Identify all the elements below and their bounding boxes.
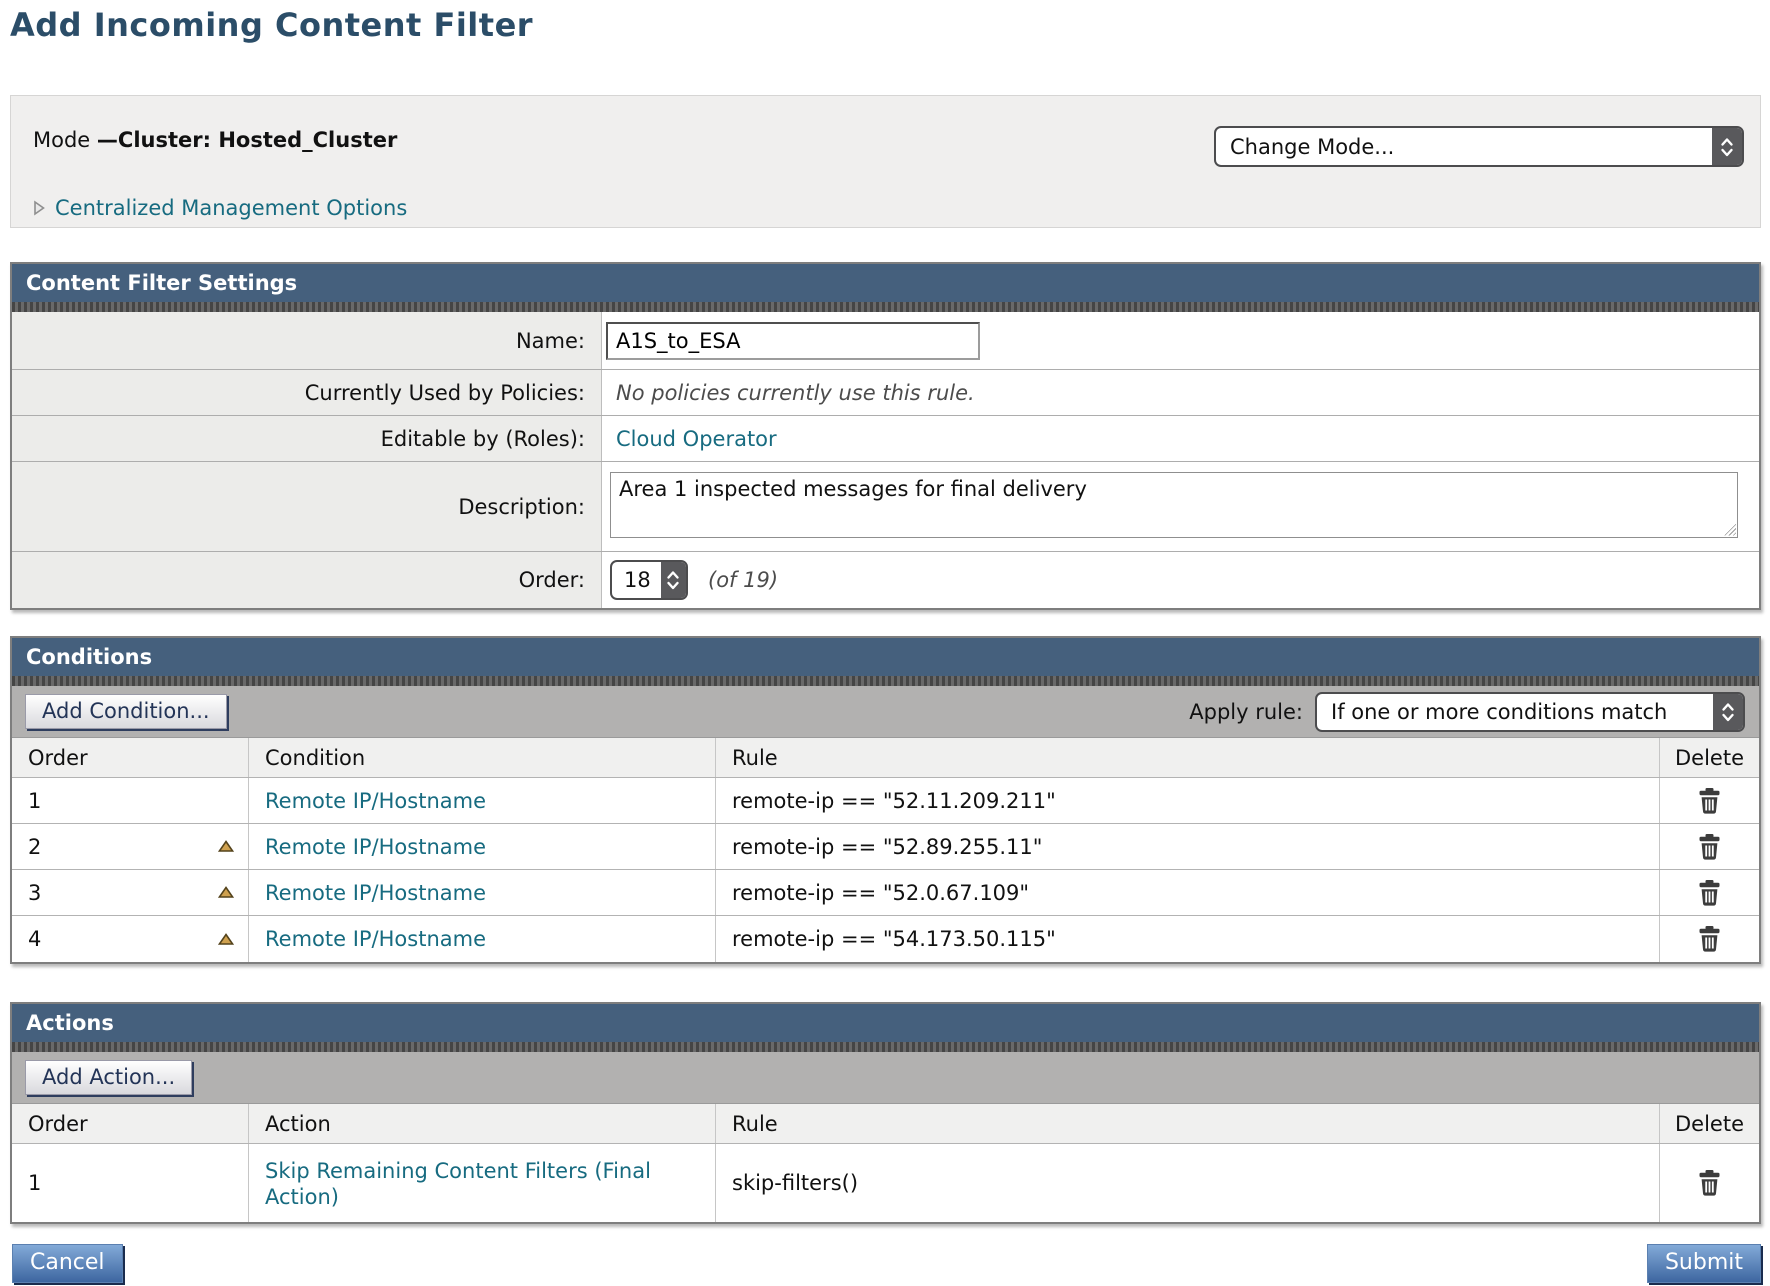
condition-link[interactable]: Remote IP/Hostname	[265, 881, 486, 905]
settings-header-strip	[12, 302, 1759, 312]
delete-condition-button[interactable]	[1697, 834, 1722, 860]
change-mode-selected-value: Change Mode...	[1216, 128, 1712, 165]
delete-condition-button[interactable]	[1697, 788, 1722, 814]
condition-table-row: 4 Remote IP/Hostname remote-ip == "54.17…	[12, 916, 1759, 962]
policies-row: Currently Used by Policies: No policies …	[12, 370, 1759, 416]
action-order: 1	[28, 1171, 41, 1195]
editable-roles-row: Editable by (Roles): Cloud Operator	[12, 416, 1759, 462]
condition-rule: remote-ip == "52.0.67.109"	[732, 881, 1029, 905]
name-row: Name:	[12, 312, 1759, 370]
move-up-button[interactable]	[218, 933, 234, 946]
submit-button[interactable]: Submit	[1647, 1244, 1761, 1283]
condition-order: 2	[28, 835, 41, 859]
mode-label: Mode	[33, 128, 97, 152]
add-condition-button[interactable]: Add Condition...	[25, 694, 227, 729]
select-stepper-icon	[1712, 128, 1742, 165]
rule-column-header: Rule	[716, 738, 1660, 777]
conditions-table-header: Order Condition Rule Delete	[12, 738, 1759, 778]
order-total-note: (of 19)	[708, 568, 778, 592]
description-label: Description:	[12, 462, 602, 551]
policies-label: Currently Used by Policies:	[12, 370, 602, 415]
apply-rule-selected-value: If one or more conditions match	[1317, 694, 1713, 730]
trash-icon	[1697, 880, 1722, 906]
select-stepper-icon	[661, 562, 686, 598]
condition-rule: remote-ip == "52.89.255.11"	[732, 835, 1042, 859]
action-table-row: 1 Skip Remaining Content Filters (Final …	[12, 1144, 1759, 1222]
description-row: Description: Area 1 inspected messages f…	[12, 462, 1759, 552]
trash-icon	[1697, 926, 1722, 952]
change-mode-select[interactable]: Change Mode...	[1214, 126, 1744, 167]
apply-rule-group: Apply rule: If one or more conditions ma…	[1189, 692, 1745, 732]
action-rule: skip-filters()	[732, 1171, 858, 1195]
condition-link[interactable]: Remote IP/Hostname	[265, 927, 486, 951]
condition-link[interactable]: Remote IP/Hostname	[265, 835, 486, 859]
condition-table-row: 1 Remote IP/Hostname remote-ip == "52.11…	[12, 778, 1759, 824]
order-column-header: Order	[12, 738, 249, 777]
page-title: Add Incoming Content Filter	[10, 6, 533, 44]
conditions-section: Conditions Add Condition... Apply rule: …	[10, 636, 1761, 964]
actions-toolbar: Add Action...	[12, 1052, 1759, 1104]
centralized-management-row: Centralized Management Options	[33, 196, 407, 220]
condition-order: 1	[28, 789, 41, 813]
mode-panel: Mode —Cluster: Hosted_Cluster Change Mod…	[10, 95, 1761, 228]
action-column-header: Action	[249, 1104, 716, 1143]
condition-table-row: 2 Remote IP/Hostname remote-ip == "52.89…	[12, 824, 1759, 870]
delete-column-header: Delete	[1660, 1104, 1759, 1143]
order-label: Order:	[12, 552, 602, 608]
content-filter-settings-section: Content Filter Settings Name: Currently …	[10, 262, 1761, 610]
mode-line: Mode —Cluster: Hosted_Cluster	[33, 128, 397, 152]
actions-header-strip	[12, 1042, 1759, 1052]
apply-rule-label: Apply rule:	[1189, 700, 1303, 724]
condition-order: 4	[28, 927, 41, 951]
order-selected-value: 18	[612, 562, 661, 598]
settings-section-header: Content Filter Settings	[12, 264, 1759, 302]
name-label: Name:	[12, 312, 602, 369]
condition-column-header: Condition	[249, 738, 716, 777]
add-action-button[interactable]: Add Action...	[25, 1060, 192, 1095]
condition-order: 3	[28, 881, 41, 905]
move-up-icon	[218, 886, 234, 899]
condition-link[interactable]: Remote IP/Hostname	[265, 789, 486, 813]
move-up-icon	[218, 933, 234, 946]
conditions-section-header: Conditions	[12, 638, 1759, 676]
delete-condition-button[interactable]	[1697, 880, 1722, 906]
cancel-button[interactable]: Cancel	[12, 1244, 123, 1283]
trash-icon	[1697, 1170, 1722, 1196]
delete-column-header: Delete	[1660, 738, 1759, 777]
rule-column-header: Rule	[716, 1104, 1660, 1143]
condition-rule: remote-ip == "52.11.209.211"	[732, 789, 1056, 813]
move-up-button[interactable]	[218, 886, 234, 899]
delete-action-button[interactable]	[1697, 1170, 1722, 1196]
condition-rule: remote-ip == "54.173.50.115"	[732, 927, 1056, 951]
mode-value: —Cluster: Hosted_Cluster	[97, 128, 397, 152]
select-stepper-icon	[1713, 694, 1743, 730]
actions-table-header: Order Action Rule Delete	[12, 1104, 1759, 1144]
conditions-toolbar: Add Condition... Apply rule: If one or m…	[12, 686, 1759, 738]
action-link[interactable]: Skip Remaining Content Filters (Final Ac…	[265, 1158, 715, 1211]
add-incoming-content-filter-page: Add Incoming Content Filter Mode —Cluste…	[0, 0, 1770, 1286]
actions-section: Actions Add Action... Order Action Rule …	[10, 1002, 1761, 1224]
move-up-button[interactable]	[218, 840, 234, 853]
description-textarea[interactable]: Area 1 inspected messages for final deli…	[610, 472, 1738, 538]
actions-section-header: Actions	[12, 1004, 1759, 1042]
trash-icon	[1697, 788, 1722, 814]
cloud-operator-link[interactable]: Cloud Operator	[606, 427, 777, 451]
disclosure-triangle-icon	[33, 200, 45, 216]
condition-table-row: 3 Remote IP/Hostname remote-ip == "52.0.…	[12, 870, 1759, 916]
trash-icon	[1697, 834, 1722, 860]
delete-condition-button[interactable]	[1697, 926, 1722, 952]
conditions-header-strip	[12, 676, 1759, 686]
editable-roles-label: Editable by (Roles):	[12, 416, 602, 461]
apply-rule-select[interactable]: If one or more conditions match	[1315, 692, 1745, 732]
order-column-header: Order	[12, 1104, 249, 1143]
order-row: Order: 18 (of 19)	[12, 552, 1759, 608]
order-select[interactable]: 18	[610, 560, 688, 600]
policies-value: No policies currently use this rule.	[606, 381, 975, 405]
move-up-icon	[218, 840, 234, 853]
name-input[interactable]	[606, 322, 980, 360]
centralized-management-options-link[interactable]: Centralized Management Options	[55, 196, 407, 220]
